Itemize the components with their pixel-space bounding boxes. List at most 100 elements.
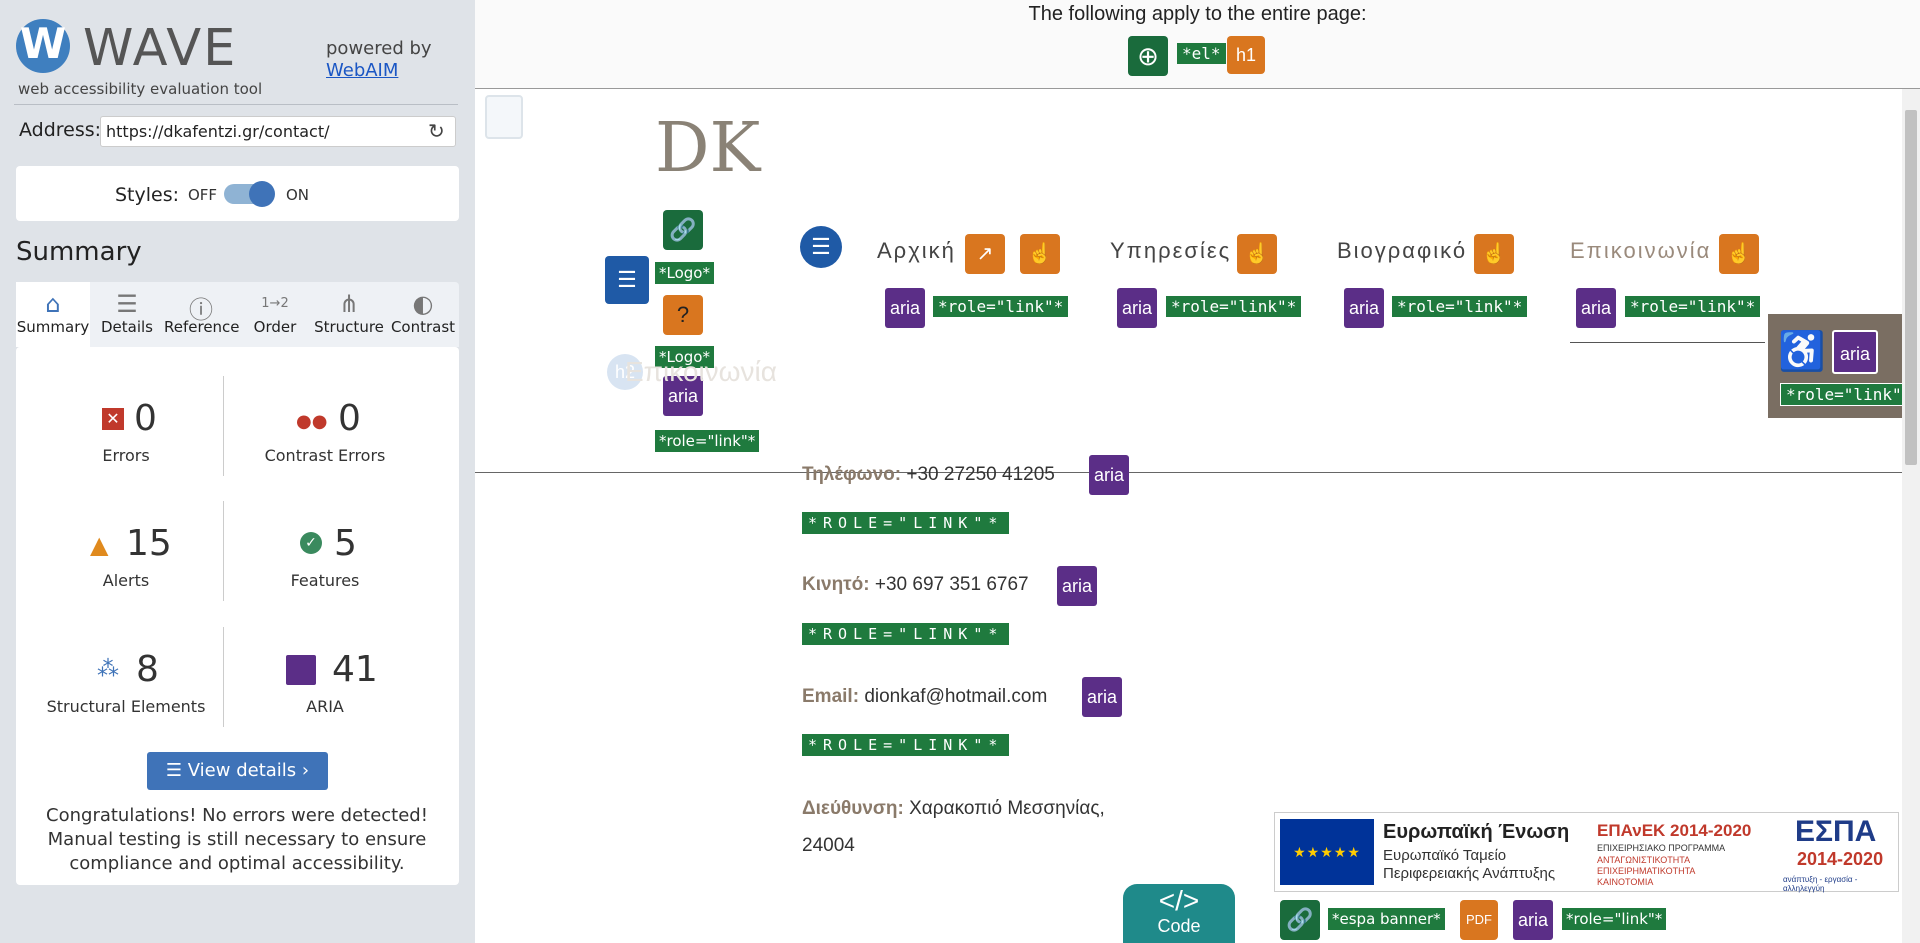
pdf-link-alert-icon[interactable]: PDF	[1460, 900, 1498, 940]
faded-icon	[485, 95, 523, 139]
nav-link-cv[interactable]: Βιογραφικό	[1337, 238, 1467, 264]
contrast-errors-label: Contrast Errors	[264, 446, 386, 465]
epanek-sub: ΕΠΙΧΕΙΡΗΣΙΑΚΟ ΠΡΟΓΡΑΜΜΑ	[1597, 843, 1726, 853]
aria-badge[interactable]: aria	[885, 288, 925, 328]
tab-structure[interactable]: ⋔ Structure	[312, 282, 386, 347]
nav-link-services[interactable]: Υπηρεσίες	[1110, 238, 1231, 264]
page-level-notice: The following apply to the entire page:	[1028, 3, 1367, 25]
epanek-sub: ΕΠΙΧΕΙΡΗΜΑΤΙΚΟΤΗΤΑ	[1597, 866, 1696, 876]
aria-badge[interactable]: aria	[1513, 900, 1553, 940]
nav-link-home[interactable]: Αρχική	[877, 238, 956, 264]
alt-alert-icon[interactable]: ?	[663, 295, 703, 335]
eu-title: Ευρωπαϊκή Ένωση	[1383, 821, 1570, 843]
feature-check-icon: ✓	[300, 532, 322, 554]
role-link-label: *ROLE="LINK"*	[802, 734, 1010, 756]
language-globe-icon[interactable]: ⊕	[1128, 36, 1168, 76]
email-line: Email: dionkaf@hotmail.com	[802, 686, 1047, 708]
address-input[interactable]: https://dkafentzi.gr/contact/	[100, 116, 456, 147]
email-label: Email:	[802, 686, 860, 707]
page-preview: The following apply to the entire page: …	[475, 0, 1920, 943]
tab-label: Structure	[314, 318, 384, 336]
order-icon: 1→2	[261, 296, 289, 311]
linked-image-icon[interactable]: 🔗	[1280, 900, 1320, 940]
divider	[223, 627, 224, 727]
congrats-message: Congratulations! No errors were detected…	[46, 805, 428, 874]
email-link[interactable]: dionkaf@hotmail.com	[864, 686, 1047, 707]
logo-alt-label: *Logo*	[655, 262, 714, 284]
aria-badge[interactable]: aria	[1344, 288, 1384, 328]
role-link-label: *role="link"*	[1780, 383, 1918, 406]
tab-label: Details	[100, 318, 153, 336]
aria-badge[interactable]: aria	[1117, 288, 1157, 328]
reload-icon[interactable]: ↻	[428, 119, 445, 143]
aria-badge[interactable]: aria	[1057, 566, 1097, 606]
structural-count: 8	[136, 649, 159, 690]
errors-count: 0	[134, 398, 157, 439]
code-toggle-button[interactable]: </> Code	[1123, 884, 1235, 943]
code-label: Code	[1157, 916, 1201, 936]
mobile-label: Κινητό:	[802, 574, 870, 595]
tab-label: Contrast	[390, 318, 456, 336]
redundant-link-alert-icon[interactable]: ↗	[965, 234, 1005, 274]
role-link-label: *role="link"*	[655, 430, 760, 452]
link-alert-icon[interactable]: ☝	[1474, 234, 1514, 274]
phone-link[interactable]: +30 27250 41205	[906, 464, 1054, 484]
contrast-icon: ◐	[412, 290, 434, 318]
address-line1: Χαρακοπιό Μεσσηνίας,	[909, 798, 1105, 819]
aria-icon	[286, 655, 316, 685]
code-icon: </>	[1158, 885, 1200, 916]
summary-heading: Summary	[16, 237, 142, 267]
mobile-line: Κινητό: +30 697 351 6767	[802, 574, 1029, 596]
link-alert-icon[interactable]: ☝	[1020, 234, 1060, 274]
address-block: Διεύθυνση: Χαρακοπιό Μεσσηνίας, 24004	[802, 790, 1105, 864]
tab-summary[interactable]: ⌂ Summary	[16, 282, 90, 347]
role-link-label: *role="link"*	[933, 296, 1069, 317]
tab-reference[interactable]: ⓘ Reference	[164, 282, 240, 347]
features-label: Features	[290, 571, 360, 590]
scrollbar-thumb[interactable]	[1905, 110, 1917, 465]
view-details-label: View details ›	[187, 760, 310, 781]
espa-banner[interactable]: ★★★★★ Ευρωπαϊκή Ένωση Ευρωπαϊκό Ταμείο Π…	[1274, 812, 1899, 893]
linked-image-icon[interactable]: 🔗	[663, 210, 703, 250]
h1-alert-icon[interactable]: h1	[1227, 36, 1265, 74]
espa-alt-label: *espa banner*	[1328, 908, 1445, 930]
nav-list-icon[interactable]: ☰	[800, 226, 842, 268]
styles-toggle-knob[interactable]	[249, 181, 275, 207]
nav-link-contact[interactable]: Επικοινωνία	[1570, 238, 1711, 264]
address-line2: 24004	[802, 835, 855, 856]
tab-details[interactable]: ☰ Details	[90, 282, 164, 347]
eu-fund: Ευρωπαϊκό Ταμείο	[1383, 847, 1507, 864]
aria-badge[interactable]: aria	[1832, 330, 1878, 374]
menu-list-icon[interactable]: ☰	[605, 256, 649, 304]
tab-contrast[interactable]: ◐ Contrast	[386, 282, 460, 347]
link-alert-icon[interactable]: ☝	[1237, 234, 1277, 274]
tab-order[interactable]: 1→2 Order	[238, 282, 312, 347]
role-link-label: *ROLE="LINK"*	[802, 512, 1010, 534]
aria-label: ARIA	[306, 697, 344, 716]
link-alert-icon[interactable]: ☝	[1719, 234, 1759, 274]
error-icon: ✕	[102, 408, 124, 430]
webaim-link[interactable]: WebAIM	[326, 60, 398, 81]
eu-fund-2: Περιφερειακής Ανάπτυξης	[1383, 865, 1556, 882]
aria-badge[interactable]: aria	[1089, 455, 1129, 495]
divider	[14, 104, 458, 105]
aria-badge[interactable]: aria	[1082, 677, 1122, 717]
epanek-title: ΕΠΑνΕΚ 2014-2020	[1597, 821, 1752, 840]
espa-logo: ΕΣΠΑ	[1795, 815, 1877, 848]
alert-icon: ▲	[90, 531, 109, 559]
alerts-label: Alerts	[102, 571, 150, 590]
site-logo[interactable]: DK	[655, 109, 760, 188]
list-icon: ☰	[116, 290, 138, 318]
mobile-link[interactable]: +30 697 351 6767	[875, 574, 1029, 595]
structure-icon: ⋔	[338, 290, 360, 318]
powered-by-text: powered by	[326, 38, 432, 59]
wave-sidebar: W WAVE web accessibility evaluation tool…	[0, 0, 475, 943]
language-label: *el*	[1177, 43, 1226, 64]
accessibility-icon[interactable]: ♿	[1778, 330, 1825, 374]
aria-badge[interactable]: aria	[1576, 288, 1616, 328]
espa-years: 2014-2020	[1797, 849, 1884, 869]
tab-label: Reference	[164, 318, 240, 336]
view-details-button[interactable]: ☰ View details ›	[147, 752, 328, 790]
address-label: Address:	[19, 119, 102, 141]
list-icon: ☰	[165, 760, 188, 781]
